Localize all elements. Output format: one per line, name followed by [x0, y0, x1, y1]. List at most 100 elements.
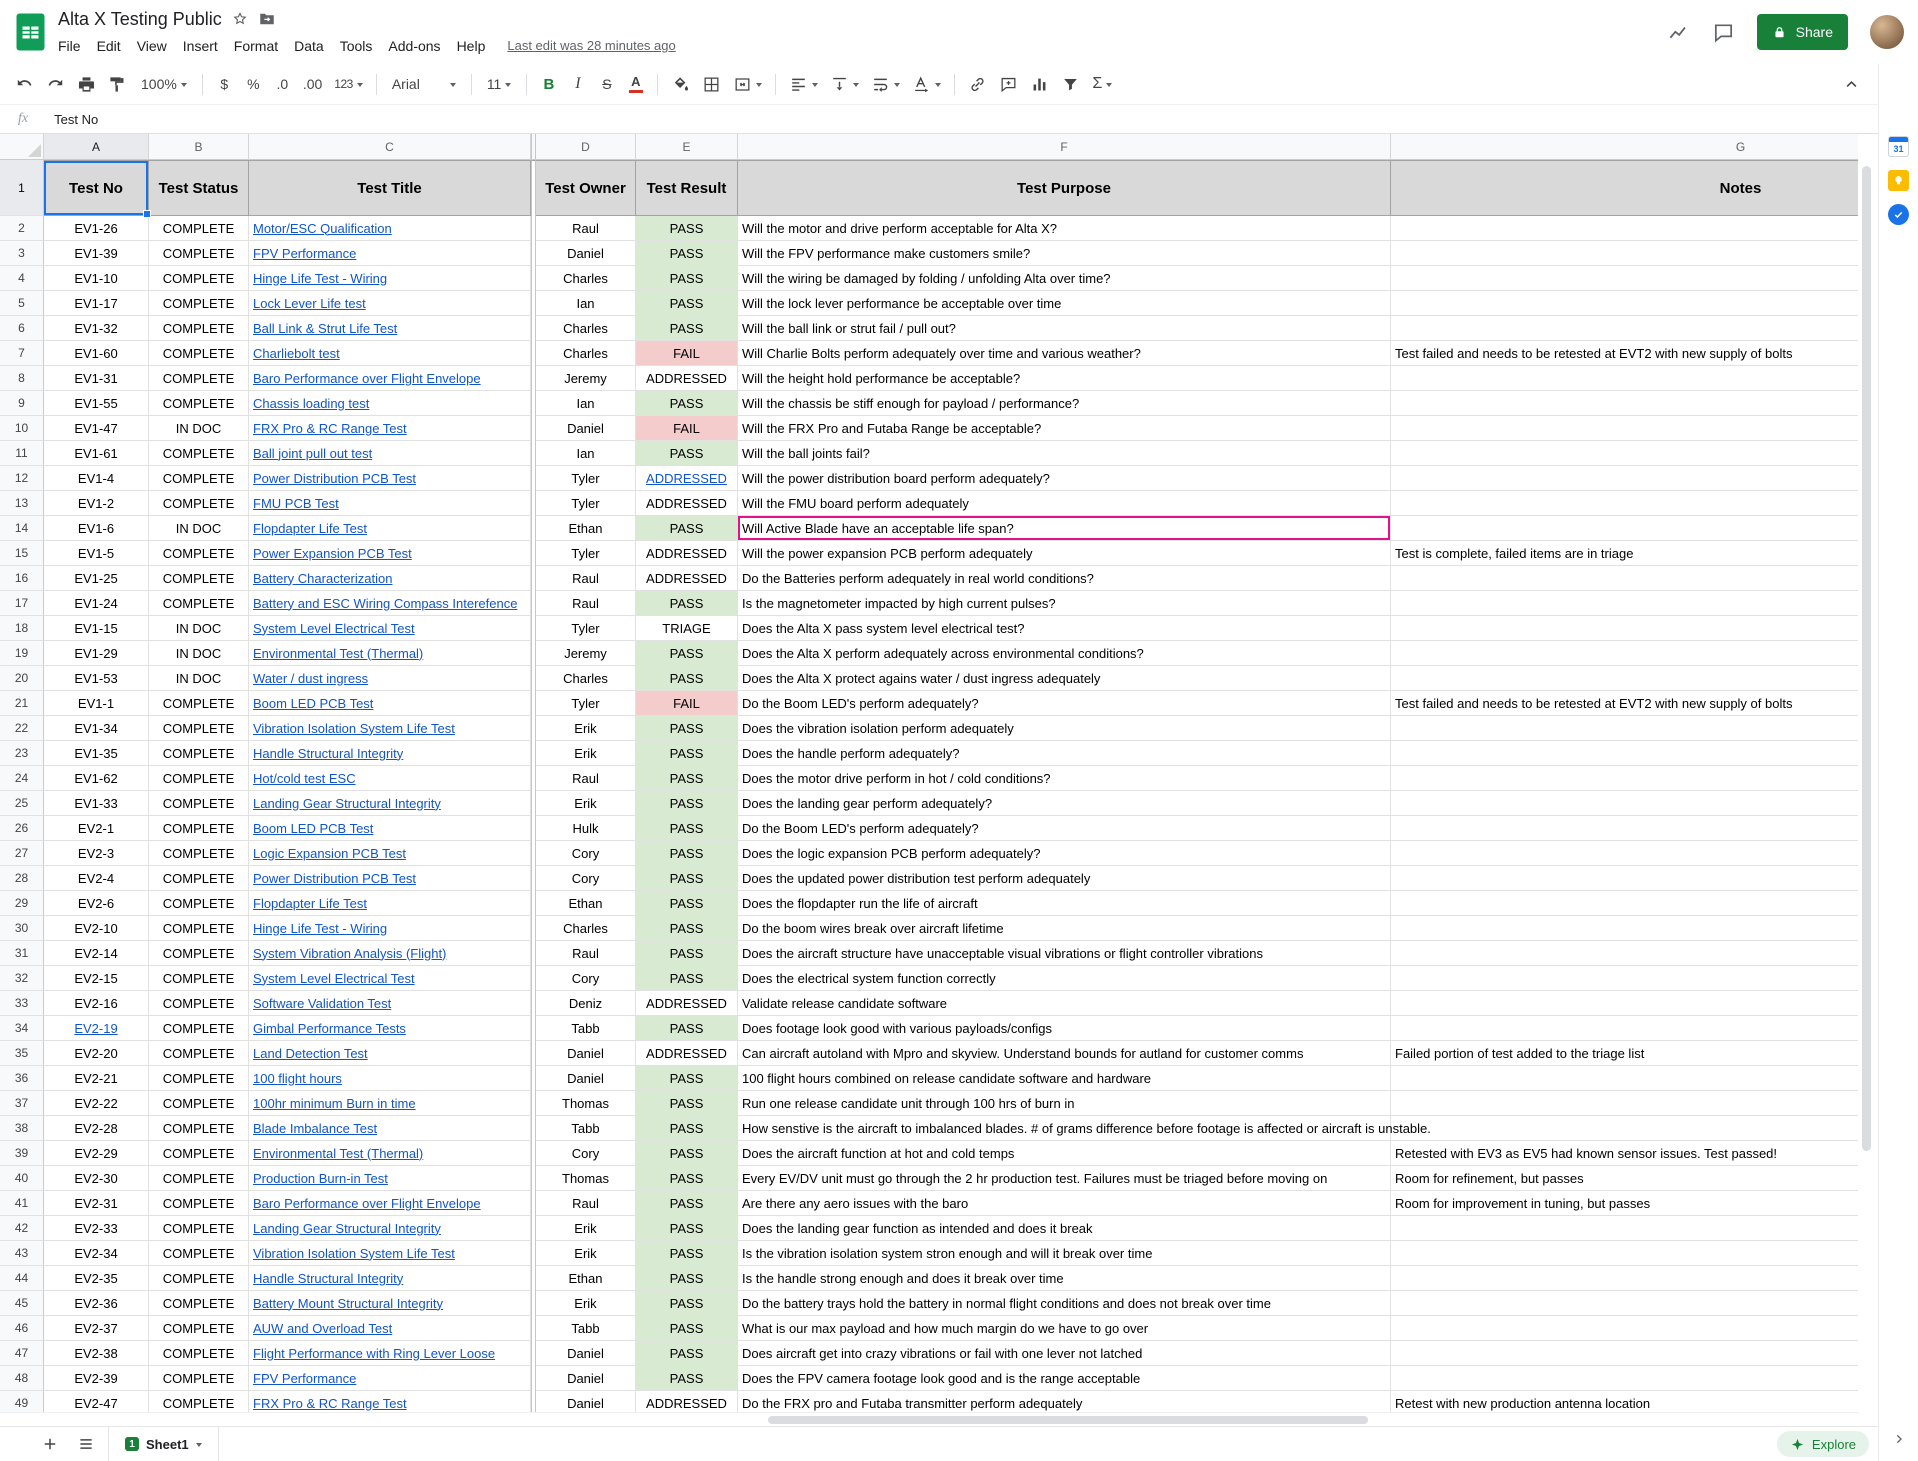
cell-C31[interactable]: System Vibration Analysis (Flight) [249, 941, 531, 966]
cell-A15[interactable]: EV1-5 [44, 541, 149, 566]
menu-add-ons[interactable]: Add-ons [380, 36, 448, 56]
cell-C14[interactable]: Flopdapter Life Test [249, 516, 531, 541]
cell-B46[interactable]: COMPLETE [149, 1316, 249, 1341]
cell-F22[interactable]: Does the vibration isolation perform ade… [738, 716, 1391, 741]
cell-B45[interactable]: COMPLETE [149, 1291, 249, 1316]
menu-help[interactable]: Help [449, 36, 494, 56]
cell-G21[interactable]: Test failed and needs to be retested at … [1391, 691, 1858, 716]
cell-link[interactable]: FRX Pro & RC Range Test [253, 421, 407, 436]
row-header-42[interactable]: 42 [0, 1216, 44, 1241]
cell-B48[interactable]: COMPLETE [149, 1366, 249, 1391]
cell-C20[interactable]: Water / dust ingress [249, 666, 531, 691]
cell-link[interactable]: Landing Gear Structural Integrity [253, 1221, 441, 1236]
cell-G13[interactable] [1391, 491, 1858, 516]
cell-G38[interactable] [1391, 1116, 1858, 1141]
cell-A18[interactable]: EV1-15 [44, 616, 149, 641]
cell-E39[interactable]: PASS [636, 1141, 738, 1166]
add-sheet-button[interactable] [36, 1430, 64, 1458]
cell-C17[interactable]: Battery and ESC Wiring Compass Interefen… [249, 591, 531, 616]
cell-B13[interactable]: COMPLETE [149, 491, 249, 516]
cell-B34[interactable]: COMPLETE [149, 1016, 249, 1041]
cell-F20[interactable]: Does the Alta X protect agains water / d… [738, 666, 1391, 691]
cell-link[interactable]: Water / dust ingress [253, 671, 368, 686]
cell-link[interactable]: Battery Mount Structural Integrity [253, 1296, 443, 1311]
cell-C9[interactable]: Chassis loading test [249, 391, 531, 416]
cell-link[interactable]: Flopdapter Life Test [253, 521, 367, 536]
cell-D13[interactable]: Tyler [536, 491, 636, 516]
cell-link[interactable]: Charliebolt test [253, 346, 340, 361]
cell-E19[interactable]: PASS [636, 641, 738, 666]
cell-F27[interactable]: Does the logic expansion PCB perform ade… [738, 841, 1391, 866]
cell-B23[interactable]: COMPLETE [149, 741, 249, 766]
cell-C2[interactable]: Motor/ESC Qualification [249, 216, 531, 241]
cell-C24[interactable]: Hot/cold test ESC [249, 766, 531, 791]
cell-D36[interactable]: Daniel [536, 1066, 636, 1091]
row-header-15[interactable]: 15 [0, 541, 44, 566]
cell-D12[interactable]: Tyler [536, 466, 636, 491]
cell-B43[interactable]: COMPLETE [149, 1241, 249, 1266]
cell-B4[interactable]: COMPLETE [149, 266, 249, 291]
document-title[interactable]: Alta X Testing Public [58, 9, 222, 30]
cell-A45[interactable]: EV2-36 [44, 1291, 149, 1316]
sheets-logo-icon[interactable] [16, 13, 45, 51]
cell-C37[interactable]: 100hr minimum Burn in time [249, 1091, 531, 1116]
cell-G9[interactable] [1391, 391, 1858, 416]
cell-link[interactable]: Landing Gear Structural Integrity [253, 796, 441, 811]
column-header-E[interactable]: E [636, 134, 738, 160]
cell-B24[interactable]: COMPLETE [149, 766, 249, 791]
cell-link[interactable]: FPV Performance [253, 246, 356, 261]
functions-button[interactable]: Σ [1087, 70, 1117, 98]
hide-side-panel-button[interactable] [1891, 1431, 1907, 1452]
cell-D37[interactable]: Thomas [536, 1091, 636, 1116]
cell-E34[interactable]: PASS [636, 1016, 738, 1041]
cell-C6[interactable]: Ball Link & Strut Life Test [249, 316, 531, 341]
cell-F33[interactable]: Validate release candidate software [738, 991, 1391, 1016]
cell-link[interactable]: Handle Structural Integrity [253, 746, 403, 761]
cell-link[interactable]: Flopdapter Life Test [253, 896, 367, 911]
column-header-A[interactable]: A [44, 134, 149, 160]
cell-link[interactable]: FPV Performance [253, 1371, 356, 1386]
cell-E28[interactable]: PASS [636, 866, 738, 891]
cell-G24[interactable] [1391, 766, 1858, 791]
cell-B39[interactable]: COMPLETE [149, 1141, 249, 1166]
cell-A40[interactable]: EV2-30 [44, 1166, 149, 1191]
cell-D23[interactable]: Erik [536, 741, 636, 766]
cell-F1[interactable]: Test Purpose [738, 160, 1391, 216]
row-header-18[interactable]: 18 [0, 616, 44, 641]
cell-D42[interactable]: Erik [536, 1216, 636, 1241]
cell-G43[interactable] [1391, 1241, 1858, 1266]
cell-G29[interactable] [1391, 891, 1858, 916]
cell-D25[interactable]: Erik [536, 791, 636, 816]
cell-link[interactable]: Gimbal Performance Tests [253, 1021, 406, 1036]
cell-D9[interactable]: Ian [536, 391, 636, 416]
row-header-30[interactable]: 30 [0, 916, 44, 941]
horizontal-align-button[interactable] [784, 70, 823, 98]
cell-G10[interactable] [1391, 416, 1858, 441]
row-header-39[interactable]: 39 [0, 1141, 44, 1166]
cell-D3[interactable]: Daniel [536, 241, 636, 266]
cell-A34[interactable]: EV2-19 [44, 1016, 149, 1041]
cell-A10[interactable]: EV1-47 [44, 416, 149, 441]
cell-G36[interactable] [1391, 1066, 1858, 1091]
cell-E1[interactable]: Test Result [636, 160, 738, 216]
vertical-align-button[interactable] [825, 70, 864, 98]
print-button[interactable] [72, 70, 101, 98]
cell-D46[interactable]: Tabb [536, 1316, 636, 1341]
column-header-G[interactable]: G [1391, 134, 1858, 160]
cell-A11[interactable]: EV1-61 [44, 441, 149, 466]
cell-link[interactable]: Hinge Life Test - Wiring [253, 921, 387, 936]
row-header-25[interactable]: 25 [0, 791, 44, 816]
row-header-2[interactable]: 2 [0, 216, 44, 241]
cell-E11[interactable]: PASS [636, 441, 738, 466]
cell-A5[interactable]: EV1-17 [44, 291, 149, 316]
cell-B11[interactable]: COMPLETE [149, 441, 249, 466]
cell-B16[interactable]: COMPLETE [149, 566, 249, 591]
cell-E17[interactable]: PASS [636, 591, 738, 616]
cell-G7[interactable]: Test failed and needs to be retested at … [1391, 341, 1858, 366]
cell-E16[interactable]: ADDRESSED [636, 566, 738, 591]
cell-E15[interactable]: ADDRESSED [636, 541, 738, 566]
cell-C33[interactable]: Software Validation Test [249, 991, 531, 1016]
cell-E8[interactable]: ADDRESSED [636, 366, 738, 391]
cell-A27[interactable]: EV2-3 [44, 841, 149, 866]
insert-comment-button[interactable] [994, 70, 1023, 98]
